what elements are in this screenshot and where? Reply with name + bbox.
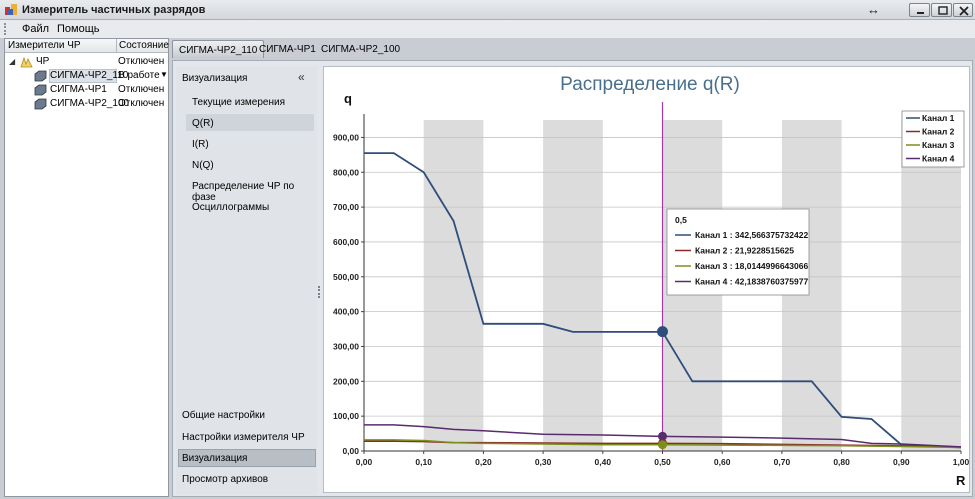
nav-meter-settings[interactable]: Настройки измерителя ЧР <box>182 432 305 443</box>
device-icon <box>34 98 47 110</box>
tree-root-state: Отключен <box>118 56 165 67</box>
x-tick-label: 0,10 <box>415 457 432 467</box>
close-button[interactable] <box>953 3 973 17</box>
y-axis-label: q <box>344 91 352 106</box>
x-tick-label: 0,50 <box>654 457 671 467</box>
y-tick-label: 400,00 <box>333 307 359 317</box>
tree-header-name[interactable]: Измерители ЧР <box>8 40 81 51</box>
tooltip-entry: Канал 4 : 42,1838760375977 <box>695 277 808 287</box>
minimize-icon <box>917 12 924 14</box>
y-tick-label: 900,00 <box>333 132 359 142</box>
legend-entry: Канал 1 <box>922 113 955 123</box>
tab-sigma-100[interactable]: СИГМА-ЧР2_100 <box>315 40 406 58</box>
nav-header: Визуализация <box>182 73 248 84</box>
tree-row-root[interactable]: ◢ ЧР Отключен <box>5 55 168 69</box>
y-tick-label: 0,00 <box>342 446 359 456</box>
tree-device-state: Отключен <box>118 98 165 109</box>
x-tick-label: 0,80 <box>833 457 850 467</box>
x-tick-label: 0,70 <box>774 457 791 467</box>
cursor-marker <box>658 431 667 441</box>
tree-header-state[interactable]: Состояние <box>119 40 169 51</box>
maximize-icon <box>938 6 948 15</box>
y-tick-label: 500,00 <box>333 272 359 282</box>
nav-visualization[interactable]: Визуализация <box>182 453 247 464</box>
tree-device-state: Отключен <box>118 84 165 95</box>
y-tick-label: 100,00 <box>333 411 359 421</box>
tree-header-divider <box>116 39 117 53</box>
nav-link-nq[interactable]: N(Q) <box>192 160 214 171</box>
nav-link-ir[interactable]: I(R) <box>192 139 209 150</box>
x-tick-label: 1,00 <box>953 457 969 467</box>
tab-sigma-1[interactable]: СИГМА-ЧР1 <box>253 40 322 58</box>
tree-row-device-1[interactable]: СИГМА-ЧР2_110 В работе ▼ <box>5 69 168 83</box>
device-tree: Измерители ЧР Состояние ◢ ЧР Отключен СИ… <box>4 38 169 497</box>
minimize-button[interactable] <box>909 3 930 17</box>
device-tabs: СИГМА-ЧР2_110 СИГМА-ЧР1 СИГМА-ЧР2_100 <box>170 38 975 60</box>
tree-device-label: СИГМА-ЧР2_110 <box>50 70 129 81</box>
plot-band <box>423 120 484 451</box>
collapse-arrow-icon[interactable]: ◢ <box>9 57 15 66</box>
device-icon <box>34 84 47 96</box>
y-tick-label: 600,00 <box>333 237 359 247</box>
menu-help[interactable]: Помощь <box>57 23 100 35</box>
x-axis-label: R <box>956 473 966 488</box>
device-icon <box>34 70 47 82</box>
plot-band <box>543 120 603 451</box>
nav-link-qr[interactable]: Q(R) <box>192 118 214 129</box>
nav-archive[interactable]: Просмотр архивов <box>182 474 268 485</box>
tree-header: Измерители ЧР Состояние <box>5 39 169 53</box>
x-tick-label: 0,60 <box>714 457 731 467</box>
menu-file[interactable]: Файл <box>22 23 49 35</box>
legend-entry: Канал 3 <box>922 140 955 150</box>
cursor-marker <box>658 440 667 450</box>
y-tick-label: 300,00 <box>333 341 359 351</box>
window-titlebar: Измеритель частичных разрядов ↔ <box>0 0 975 20</box>
menu-bar: Файл Помощь <box>0 20 975 38</box>
y-tick-label: 200,00 <box>333 376 359 386</box>
app-icon <box>5 4 17 15</box>
nav-general-settings[interactable]: Общие настройки <box>182 410 265 421</box>
tooltip-entry: Канал 3 : 18,0144996643066 <box>695 261 808 271</box>
cursor-marker <box>657 326 668 338</box>
collapse-icon[interactable]: « <box>298 70 305 84</box>
navigation-panel: Визуализация « Текущие измерения Q(R) I(… <box>176 66 317 495</box>
maximize-button[interactable] <box>931 3 952 17</box>
tooltip-entry: Канал 1 : 342,566375732422 <box>695 230 808 240</box>
resize-icon: ↔ <box>867 2 880 17</box>
menu-grip <box>4 23 8 35</box>
x-tick-label: 0,90 <box>893 457 910 467</box>
window-title: Измеритель частичных разрядов <box>22 4 206 16</box>
state-dropdown-icon[interactable]: ▼ <box>160 70 168 79</box>
tooltip-x-value: 0,5 <box>675 215 687 225</box>
tree-device-label: СИГМА-ЧР1 <box>50 84 107 95</box>
tree-row-device-3[interactable]: СИГМА-ЧР2_100 Отключен <box>5 97 168 111</box>
distribution-chart: 0,00 0,10 0,20 0,30 0,40 0,50 0,60 0,70 0,80 0,90… <box>333 74 969 488</box>
splitter-handle[interactable] <box>318 286 321 298</box>
tree-root-label: ЧР <box>36 56 50 67</box>
close-icon <box>959 6 969 16</box>
chart-panel: 0,00 0,10 0,20 0,30 0,40 0,50 0,60 0,70 0,80 0,90… <box>323 66 970 493</box>
x-tick-label: 0,00 <box>356 457 373 467</box>
tab-sigma-110[interactable]: СИГМА-ЧР2_110 <box>172 40 265 58</box>
root-group-icon <box>20 56 33 68</box>
y-tick-label: 800,00 <box>333 167 359 177</box>
y-tick-label: 700,00 <box>333 202 359 212</box>
tree-device-state[interactable]: В работе <box>118 70 160 81</box>
x-tick-label: 0,40 <box>595 457 612 467</box>
legend-entry: Канал 2 <box>922 127 955 137</box>
plot-band <box>901 120 961 451</box>
x-tick-label: 0,20 <box>475 457 492 467</box>
tooltip-entry: Канал 2 : 21,9228515625 <box>695 246 794 256</box>
nav-link-current[interactable]: Текущие измерения <box>192 97 285 108</box>
chart-title: Распределение q(R) <box>560 74 740 95</box>
nav-link-phase[interactable]: Распределение ЧР по фазе <box>192 181 317 203</box>
nav-link-oscillograms[interactable]: Осциллограммы <box>192 202 269 213</box>
x-tick-label: 0,30 <box>535 457 552 467</box>
legend-entry: Канал 4 <box>922 154 955 164</box>
tree-row-device-2[interactable]: СИГМА-ЧР1 Отключен <box>5 83 168 97</box>
